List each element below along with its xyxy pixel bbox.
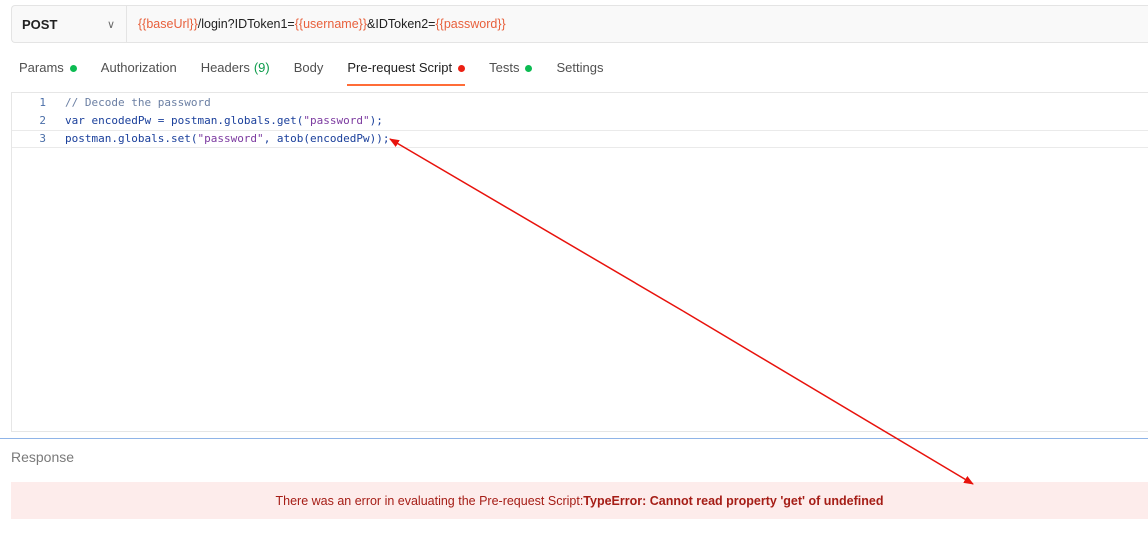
code-text: var encodedPw = postman.globals.get("pas… [65, 112, 383, 130]
request-url-bar: POST ∨ {{baseUrl}}/login?IDToken1={{user… [11, 5, 1148, 43]
code-string: "password" [197, 132, 264, 145]
code-text-part: , atob(encodedPw)); [263, 132, 390, 145]
code-call: postman.globals.set( [65, 132, 198, 145]
line-number: 2 [39, 114, 46, 127]
status-dot-icon [458, 65, 466, 72]
tab-headers-count: (9) [253, 60, 270, 75]
tab-settings-label: Settings [556, 60, 604, 75]
code-text: postman.globals.set("password", atob(enc… [65, 131, 390, 147]
code-keyword: var [65, 114, 85, 127]
request-tabs: Params Authorization Headers (9) Body Pr… [19, 60, 627, 86]
code-call: postman.globals.get( [170, 114, 304, 127]
line-number: 1 [39, 96, 46, 109]
code-text-part: encodedPw = [84, 114, 171, 127]
script-error-banner: There was an error in evaluating the Pre… [11, 482, 1148, 519]
code-line: 2 var encodedPw = postman.globals.get("p… [12, 112, 1148, 130]
script-editor[interactable]: 1 // Decode the password 2 var encodedPw… [11, 92, 1148, 432]
url-path: /login?IDToken1= [197, 17, 295, 31]
tab-pre-request-script[interactable]: Pre-request Script [347, 60, 466, 86]
url-input[interactable]: {{baseUrl}}/login?IDToken1={{username}}&… [127, 17, 506, 31]
method-select[interactable]: POST ∨ [12, 6, 127, 42]
tab-tests-label: Tests [489, 60, 520, 75]
url-var-baseurl: {{baseUrl}} [138, 17, 198, 31]
code-line-current: 3 postman.globals.set("password", atob(e… [12, 130, 1148, 148]
tab-authorization-label: Authorization [100, 60, 177, 75]
error-prefix: There was an error in evaluating the Pre… [275, 493, 584, 508]
code-text-part: ); [369, 114, 383, 127]
tab-authorization[interactable]: Authorization [101, 60, 177, 86]
status-dot-icon [525, 65, 533, 72]
url-var-password: {{password}} [435, 17, 506, 31]
code-string: "password" [303, 114, 370, 127]
error-detail: TypeError: Cannot read property 'get' of… [583, 493, 884, 508]
url-var-username: {{username}} [294, 17, 368, 31]
tab-settings[interactable]: Settings [556, 60, 603, 86]
line-number: 3 [39, 132, 46, 145]
response-title: Response [11, 449, 75, 465]
tab-body[interactable]: Body [294, 60, 324, 86]
tab-params-label: Params [19, 60, 64, 75]
chevron-down-icon: ∨ [106, 18, 115, 31]
url-query-mid: &IDToken2= [367, 17, 436, 31]
tab-params[interactable]: Params [19, 60, 77, 86]
tab-headers[interactable]: Headers (9) [201, 60, 270, 86]
pane-divider[interactable] [0, 438, 1148, 439]
method-label: POST [22, 16, 58, 32]
status-dot-icon [69, 65, 77, 72]
code-line: 1 // Decode the password [12, 94, 1148, 112]
tab-tests[interactable]: Tests [489, 60, 533, 86]
tab-body-label: Body [293, 60, 324, 75]
tab-pre-request-script-label: Pre-request Script [347, 60, 453, 75]
code-comment: // Decode the password [65, 96, 211, 109]
tab-headers-label: Headers [200, 60, 250, 75]
